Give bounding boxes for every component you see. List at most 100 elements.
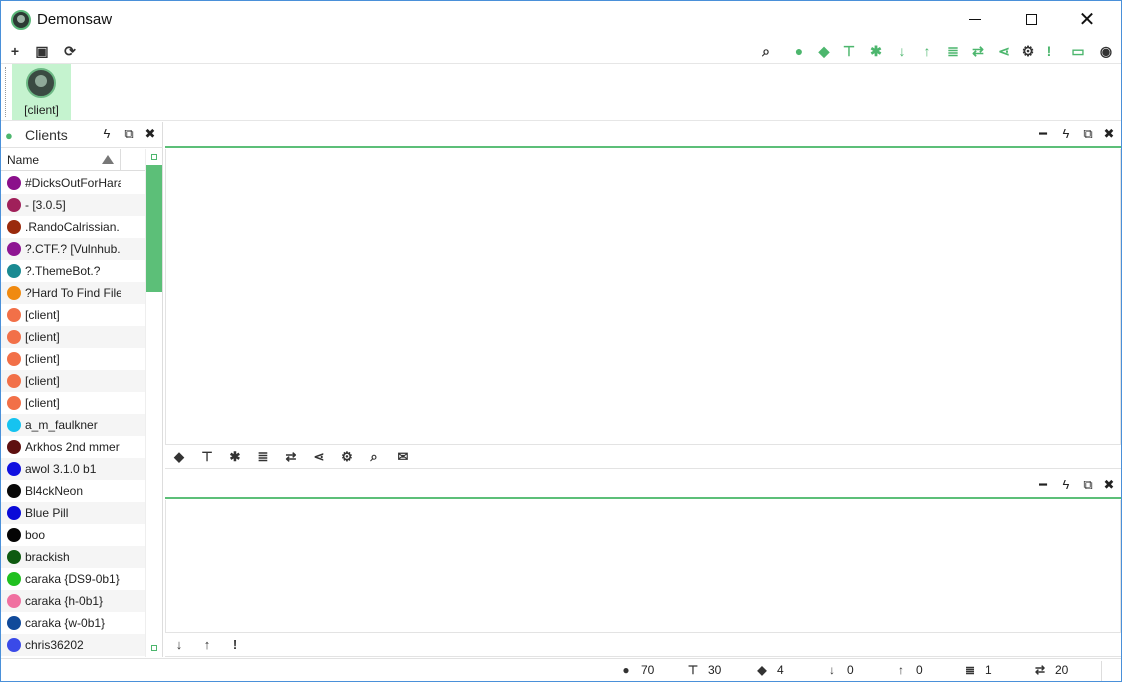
scrollbar-thumb[interactable] <box>146 165 162 292</box>
status-bar-divider <box>1101 661 1102 681</box>
column-divider[interactable] <box>120 149 121 171</box>
client-row[interactable]: Blue Pill <box>1 502 145 524</box>
download-button[interactable]: ↓ <box>169 636 189 654</box>
plus-button[interactable]: + <box>5 41 25 61</box>
client-row[interactable]: [client] <box>1 392 145 414</box>
close-panel-button[interactable]: ✖ <box>142 126 158 142</box>
list-button[interactable]: ≣ <box>943 41 963 61</box>
status-count: 0 <box>847 663 854 677</box>
client-color-dot <box>7 418 21 432</box>
maximize-button[interactable] <box>1003 1 1059 39</box>
client-row[interactable]: brackish <box>1 546 145 568</box>
group-button[interactable]: ✱ <box>866 41 886 61</box>
upload-button[interactable]: ↑ <box>197 636 217 654</box>
refresh-button[interactable]: ⟳ <box>60 41 80 61</box>
bolt-button[interactable]: ϟ <box>99 126 115 142</box>
status-chat: ◆ 4 <box>755 663 784 677</box>
upper-pane-content[interactable] <box>165 149 1121 444</box>
save-button[interactable]: ▣ <box>32 41 52 61</box>
status-upload: ↑ 0 <box>894 663 923 677</box>
client-row[interactable]: [client] <box>1 348 145 370</box>
client-color-dot <box>7 198 21 212</box>
gear-button[interactable]: ⚙ <box>337 448 357 466</box>
client-row[interactable]: awol 3.1.0 b1 <box>1 458 145 480</box>
client-row[interactable]: - [3.0.5] <box>1 194 145 216</box>
minimize-icon <box>969 19 981 21</box>
client-tab[interactable]: [client] <box>12 64 71 120</box>
main-toolbar: + ▣ ⟳ ⌕ ● ◆ ⊤ ✱ ↓ ↑ ≣ ⇄ ⋖ ⚙! ▭ ◉ <box>1 39 1121 63</box>
client-row[interactable]: #DicksOutForHara <box>1 172 145 194</box>
group-button[interactable]: ✱ <box>225 448 245 466</box>
minimize-pane-button[interactable]: ━ <box>1035 126 1051 142</box>
undock-button[interactable]: ⧉ <box>121 126 137 142</box>
sitemap-button[interactable]: ⊤ <box>197 448 217 466</box>
chat-button[interactable]: ◆ <box>169 448 189 466</box>
client-row[interactable]: [client] <box>1 370 145 392</box>
title-bar: Demonsaw ✕ <box>1 1 1121 39</box>
alert-button[interactable]: ! <box>225 636 245 654</box>
sort-ascending-icon <box>102 155 114 164</box>
client-color-dot <box>7 220 21 234</box>
chat-button[interactable]: ◆ <box>814 41 834 61</box>
status-count: 0 <box>916 663 923 677</box>
user-button[interactable]: ● <box>789 41 809 61</box>
client-name: [client] <box>25 352 60 366</box>
download-button[interactable]: ↓ <box>892 41 912 61</box>
scroll-up-button[interactable] <box>151 154 157 160</box>
client-color-dot <box>7 528 21 542</box>
client-row[interactable]: caraka {w-0b1} <box>1 612 145 634</box>
share-button[interactable]: ⋖ <box>309 448 329 466</box>
name-column-header[interactable]: Name <box>1 149 145 171</box>
upload-button[interactable]: ↑ <box>917 41 937 61</box>
minimize-button[interactable] <box>947 1 1003 39</box>
client-row[interactable]: ?Hard To Find Files <box>1 282 145 304</box>
client-row[interactable]: boo <box>1 524 145 546</box>
sitemap-button[interactable]: ⊤ <box>839 41 859 61</box>
transfer-button[interactable]: ⇄ <box>968 41 988 61</box>
client-row[interactable]: Bl4ckNeon <box>1 480 145 502</box>
close-pane-button[interactable]: ✖ <box>1101 126 1117 142</box>
close-pane-button[interactable]: ✖ <box>1101 477 1117 493</box>
client-row[interactable]: caraka {DS9-0b1} <box>1 568 145 590</box>
tab-strip-grip[interactable] <box>5 67 7 117</box>
client-name: - [3.0.5] <box>25 198 66 212</box>
client-row[interactable]: [client] <box>1 304 145 326</box>
client-row[interactable]: ?.CTF.? [Vulnhub.c <box>1 238 145 260</box>
monitor-button[interactable]: ▭ <box>1068 41 1088 61</box>
alert-button[interactable]: ! <box>1039 41 1059 61</box>
client-list-scrollbar[interactable] <box>145 149 162 657</box>
close-button[interactable]: ✕ <box>1059 1 1115 39</box>
lower-pane-content[interactable] <box>165 500 1121 632</box>
client-row[interactable]: caraka {h-0b1} <box>1 590 145 612</box>
client-name: ?.CTF.? [Vulnhub.c <box>25 242 121 256</box>
bolt-button[interactable]: ϟ <box>1058 477 1074 493</box>
status-bar: ● 70 ⊤ 30 ◆ 4 ↓ 0 ↑ 0 ≣ 1 ⇄ 20 <box>1 658 1121 682</box>
client-row[interactable]: [client] <box>1 326 145 348</box>
client-row[interactable]: chris36202 <box>1 634 145 656</box>
transfer-button[interactable]: ⇄ <box>281 448 301 466</box>
avatar-button[interactable]: ◉ <box>1096 41 1116 61</box>
bolt-button[interactable]: ϟ <box>1058 126 1074 142</box>
client-row[interactable]: Arkhos 2nd mmer <box>1 436 145 458</box>
gear-button[interactable]: ⚙ <box>1018 41 1038 61</box>
client-color-dot <box>7 594 21 608</box>
status-count: 4 <box>777 663 784 677</box>
search-button[interactable]: ⌕ <box>756 41 776 61</box>
status-download: ↓ 0 <box>825 663 854 677</box>
minimize-pane-button[interactable]: ━ <box>1035 477 1051 493</box>
status-count: 30 <box>708 663 722 677</box>
client-color-dot <box>7 550 21 564</box>
share-button[interactable]: ⋖ <box>994 41 1014 61</box>
undock-button[interactable]: ⧉ <box>1080 477 1096 493</box>
client-row[interactable]: a_m_faulkner <box>1 414 145 436</box>
client-row[interactable]: ?.ThemeBot.? <box>1 260 145 282</box>
mail-button[interactable]: ✉ <box>393 448 413 466</box>
search-button[interactable]: ⌕ <box>364 448 384 466</box>
client-color-dot <box>7 352 21 366</box>
client-row[interactable]: .RandoCalrissian. <box>1 216 145 238</box>
status-user: ● 70 <box>619 663 654 677</box>
undock-button[interactable]: ⧉ <box>1080 126 1096 142</box>
scroll-down-button[interactable] <box>151 645 157 651</box>
list-button[interactable]: ≣ <box>253 448 273 466</box>
client-name: [client] <box>25 374 60 388</box>
